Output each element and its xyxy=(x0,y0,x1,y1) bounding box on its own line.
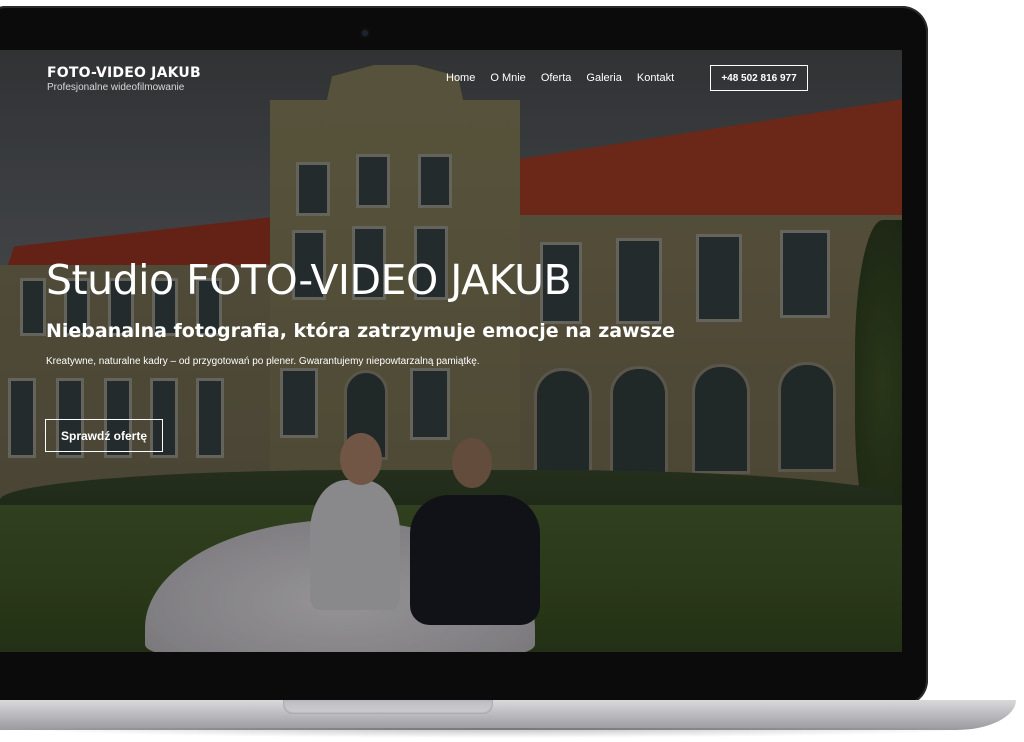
main-nav: Home O Mnie Oferta Galeria Kontakt xyxy=(446,72,689,84)
nav-item-about[interactable]: O Mnie xyxy=(490,72,525,84)
hero-title: Studio FOTO-VIDEO JAKUB xyxy=(46,256,572,304)
website-screen: FOTO-VIDEO JAKUB Profesjonalne wideofilm… xyxy=(0,50,902,652)
nav-item-offer[interactable]: Oferta xyxy=(541,72,572,84)
hero-dark-overlay xyxy=(0,50,902,652)
hero-subtitle: Niebanalna fotografia, która zatrzymuje … xyxy=(46,320,675,342)
check-offer-button[interactable]: Sprawdź ofertę xyxy=(45,419,163,452)
phone-button[interactable]: +48 502 816 977 xyxy=(710,65,808,91)
hero-description: Kreatywne, naturalne kadry – od przygoto… xyxy=(46,356,480,367)
nav-item-gallery[interactable]: Galeria xyxy=(586,72,621,84)
webcam-icon xyxy=(362,30,368,36)
nav-item-home[interactable]: Home xyxy=(446,72,475,84)
laptop-shadow xyxy=(0,728,1000,738)
brand-name: FOTO-VIDEO JAKUB xyxy=(47,65,201,81)
brand-tagline: Profesjonalne wideofilmowanie xyxy=(47,82,185,93)
laptop-opening-notch xyxy=(283,700,493,714)
nav-item-contact[interactable]: Kontakt xyxy=(637,72,674,84)
laptop-base xyxy=(0,700,1016,730)
site-logo[interactable]: FOTO-VIDEO JAKUB Profesjonalne wideofilm… xyxy=(47,65,201,93)
laptop-mockup: FOTO-VIDEO JAKUB Profesjonalne wideofilm… xyxy=(0,0,1024,742)
